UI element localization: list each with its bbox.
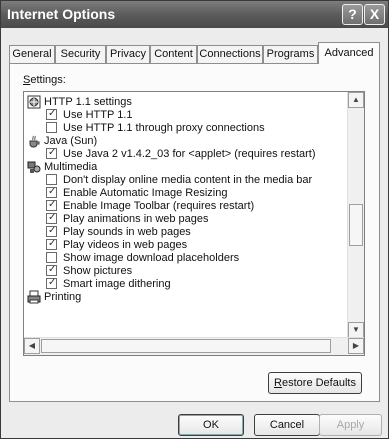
tab-security[interactable]: Security [55,45,106,63]
checked-checkbox[interactable]: ✓ [46,225,57,237]
settings-list[interactable]: HTTP 1.1 settings ✓ Use HTTP 1.1 Use HTTP 1… [23,91,365,356]
checked-checkbox[interactable]: ✓ [46,264,57,276]
checkmark-icon: ✓ [48,238,57,249]
java-cup-icon [27,134,41,148]
window-title: Internet Options [7,6,116,22]
scroll-down-icon[interactable]: ▼ [348,322,364,338]
unchecked-checkbox[interactable] [46,252,57,263]
unchecked-checkbox[interactable] [46,174,57,185]
setting-label: Use HTTP 1.1 [63,109,133,121]
checkmark-icon: ✓ [48,225,57,236]
checkmark-icon: ✓ [48,108,57,119]
horizontal-scroll-thumb[interactable] [41,339,331,353]
checkmark-icon: ✓ [48,264,57,275]
internet-options-window: Internet Options ? X General Security Pr… [0,0,389,439]
checkmark-icon: ✓ [48,212,57,223]
setting-label: Enable Image Toolbar (requires restart) [63,200,255,212]
setting-label: Play sounds in web pages [63,226,191,238]
setting-label: Use HTTP 1.1 through proxy connections [63,122,265,134]
multimedia-icon [27,160,41,174]
tab-connections[interactable]: Connections [197,45,263,63]
tab-general[interactable]: General [9,45,55,63]
setting-label: Multimedia [44,161,98,173]
scroll-right-icon[interactable]: ▶ [348,338,364,354]
vertical-scroll-thumb[interactable] [349,204,363,246]
checkmark-icon: ✓ [48,147,57,158]
checked-checkbox[interactable]: ✓ [46,199,57,211]
setting-label: Play videos in web pages [63,239,188,251]
setting-label: Play animations in web pages [63,213,209,225]
advanced-tab-panel: Settings: HTTP 1.1 settings ✓ Use HTTP 1.1… [9,63,380,402]
tab-programs[interactable]: Programs [263,45,318,63]
tab-privacy[interactable]: Privacy [106,45,150,63]
unchecked-checkbox[interactable] [46,122,57,133]
setting-label: Don't display online media content in th… [63,174,313,186]
setting-label: Enable Automatic Image Resizing [63,187,228,199]
checked-checkbox[interactable]: ✓ [46,277,57,289]
checkmark-icon: ✓ [48,277,57,288]
cancel-button[interactable]: Cancel [254,414,320,436]
checked-checkbox[interactable]: ✓ [46,186,57,198]
checked-checkbox[interactable]: ✓ [46,238,57,250]
setting-label: Show pictures [63,265,133,277]
setting-label: HTTP 1.1 settings [44,96,132,108]
restore-defaults-button[interactable]: Restore Defaults [268,372,362,394]
vertical-scrollbar[interactable]: ▲ ▼ [347,92,364,338]
title-bar[interactable]: Internet Options ? X [1,1,388,28]
setting-label: Use Java 2 v1.4.2_03 for <applet> (requi… [63,148,316,160]
checked-checkbox[interactable]: ✓ [46,108,57,120]
checkmark-icon: ✓ [48,199,57,210]
ok-button[interactable]: OK [178,414,244,436]
globe-icon [27,95,41,109]
horizontal-scrollbar[interactable]: ◀ ▶ [24,337,364,355]
printer-icon [27,290,41,304]
setting-label: Smart image dithering [63,278,171,290]
close-button[interactable]: X [364,4,385,25]
settings-label: Settings: [23,74,66,86]
checkmark-icon: ✓ [48,186,57,197]
scroll-up-icon[interactable]: ▲ [348,92,364,108]
settings-rows: HTTP 1.1 settings ✓ Use HTTP 1.1 Use HTTP 1… [24,92,348,338]
checked-checkbox[interactable]: ✓ [46,212,57,224]
scroll-left-icon[interactable]: ◀ [24,338,40,354]
apply-button: Apply [319,414,382,436]
tab-advanced[interactable]: Advanced [318,42,380,64]
help-button[interactable]: ? [342,4,363,25]
checked-checkbox[interactable]: ✓ [46,147,57,159]
setting-label: Printing [44,291,82,303]
tab-content[interactable]: Content [150,45,197,63]
setting-label: Show image download placeholders [63,252,240,264]
